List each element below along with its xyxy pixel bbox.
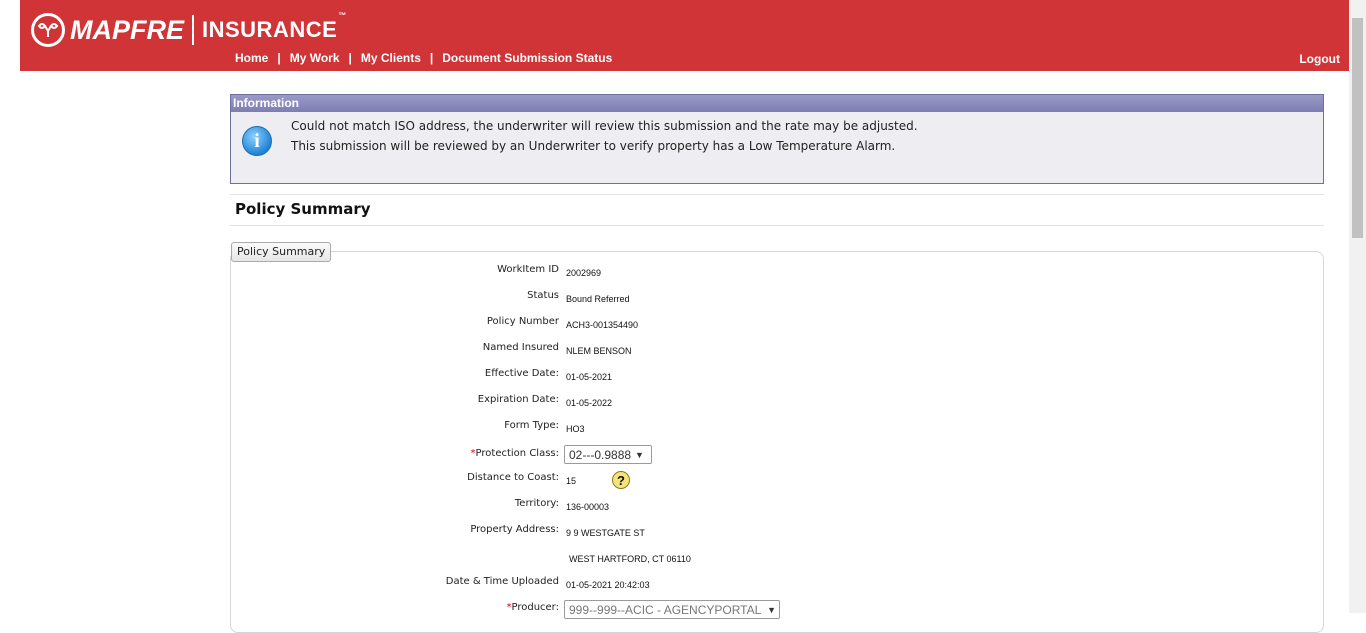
policy-summary-legend: Policy Summary <box>231 242 332 262</box>
territory-label: Territory: <box>514 498 559 509</box>
info-icon: i <box>242 126 272 156</box>
nav-home[interactable]: Home <box>235 51 268 65</box>
territory-value: 136-00003 <box>566 502 610 512</box>
page-title: Policy Summary <box>235 200 371 218</box>
named-insured-value: NLEM BENSON <box>566 346 632 356</box>
workitem-id-label: WorkItem ID <box>497 264 559 275</box>
brand-sub: INSURANCE™ <box>202 11 347 42</box>
app-header: MAPFRE INSURANCE™ Home | My Work | My Cl… <box>20 0 1350 71</box>
section-rule-bottom <box>230 225 1324 226</box>
named-insured-label: Named Insured <box>482 342 559 353</box>
date-time-uploaded-value: 01-05-2021 20:42:03 <box>566 580 650 590</box>
date-time-uploaded-label: Date & Time Uploaded <box>445 576 559 587</box>
nav-separator: | <box>348 51 352 65</box>
info-message-2: This submission will be reviewed by an U… <box>291 139 896 153</box>
policy-summary-fieldset <box>230 251 1324 633</box>
brand-name: MAPFRE <box>70 14 184 45</box>
workitem-id-value: 2002969 <box>566 268 602 278</box>
property-address-label: Property Address: <box>470 524 559 535</box>
page-scrollbar[interactable] <box>1349 0 1366 613</box>
distance-to-coast-value: 15 <box>566 476 577 486</box>
effective-date-label: Effective Date: <box>484 368 559 379</box>
property-address-line1: 9 9 WESTGATE ST <box>566 528 645 538</box>
producer-select[interactable]: 999--999--ACIC - AGENCYPORTAL ▼ <box>564 600 780 619</box>
logout-link[interactable]: Logout <box>1299 52 1340 66</box>
form-type-value: HO3 <box>566 424 585 434</box>
nav-separator: | <box>277 51 281 65</box>
status-label: Status <box>527 290 559 301</box>
info-message-1: Could not match ISO address, the underwr… <box>291 119 918 133</box>
information-header: Information <box>231 95 1323 112</box>
effective-date-value: 01-05-2021 <box>566 372 613 382</box>
scrollbar-thumb[interactable] <box>1352 18 1363 238</box>
logo-divider <box>192 15 194 45</box>
producer-selected: 999--999--ACIC - AGENCYPORTAL <box>569 602 762 617</box>
chevron-down-icon: ▼ <box>635 449 644 460</box>
status-value: Bound Referred <box>566 294 630 304</box>
nav-my-clients[interactable]: My Clients <box>361 51 421 65</box>
help-icon[interactable]: ? <box>612 471 630 489</box>
brand-logo[interactable]: MAPFRE INSURANCE™ <box>31 11 347 47</box>
nav-my-work[interactable]: My Work <box>290 51 340 65</box>
nav-separator: | <box>429 51 434 65</box>
expiration-date-label: Expiration Date: <box>477 394 559 405</box>
property-address-line2: WEST HARTFORD, CT 06110 <box>569 554 691 564</box>
mapfre-logo-icon <box>31 13 65 47</box>
information-panel: Information i Could not match ISO addres… <box>230 94 1324 184</box>
protection-class-label: *Protection Class: <box>470 448 559 459</box>
expiration-date-value: 01-05-2022 <box>566 398 613 408</box>
distance-to-coast-label: Distance to Coast: <box>467 472 559 483</box>
nav-document-submission-status[interactable]: Document Submission Status <box>442 51 612 65</box>
protection-class-selected: 02---0.9888 <box>569 447 632 462</box>
chevron-down-icon: ▼ <box>767 604 776 615</box>
section-rule-top <box>230 194 1324 195</box>
producer-label: *Producer: <box>506 602 559 613</box>
main-nav: Home | My Work | My Clients | Document S… <box>235 51 612 65</box>
protection-class-select[interactable]: 02---0.9888 ▼ <box>564 445 652 464</box>
policy-number-value: ACH3-001354490 <box>566 320 639 330</box>
policy-number-label: Policy Number <box>486 316 559 327</box>
form-type-label: Form Type: <box>504 420 559 431</box>
